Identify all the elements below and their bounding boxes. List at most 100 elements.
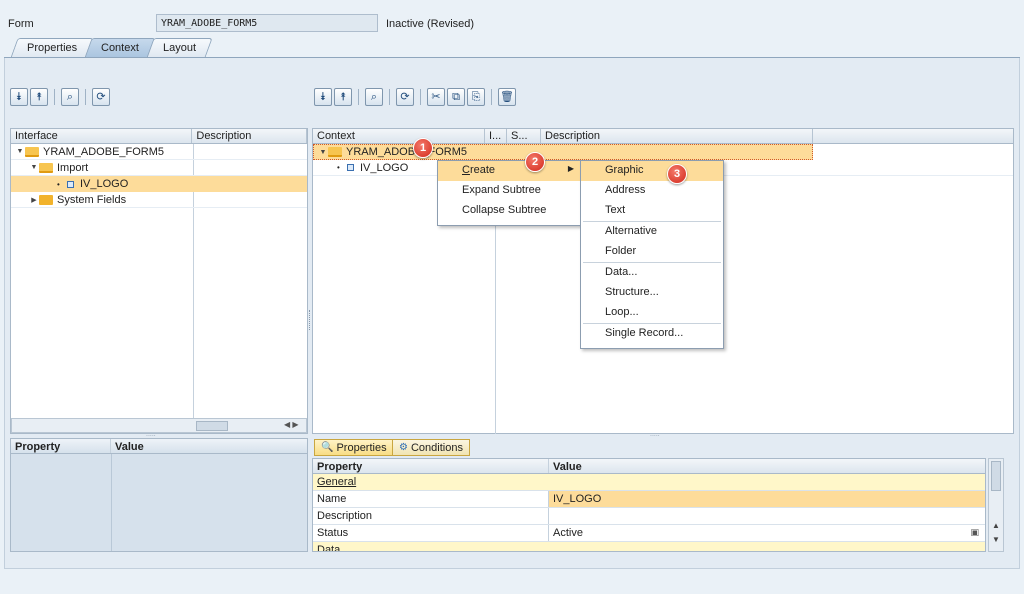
folder-open-icon [328, 147, 342, 157]
menu-item-text[interactable]: Text [581, 201, 723, 221]
toolbar-separator [54, 89, 55, 105]
subtab-label: Properties [336, 441, 387, 454]
tree-node-iv-logo[interactable]: • IV_LOGO [11, 176, 307, 192]
toolbar-separator [420, 89, 421, 105]
paste-icon[interactable]: ⎘ [467, 88, 485, 106]
scroll-up-icon[interactable]: ▲ [992, 521, 1000, 530]
form-label: Form [8, 18, 34, 30]
menu-item-address[interactable]: Address [581, 181, 723, 201]
tab-properties[interactable]: Properties [10, 38, 94, 58]
scroll-thumb[interactable] [196, 421, 228, 431]
property-row-description[interactable]: Description [313, 508, 985, 525]
menu-item-expand-subtree[interactable]: Expand Subtree [438, 181, 580, 201]
column-header-description[interactable]: Description [192, 129, 307, 143]
vertical-scrollbar[interactable]: ▲ ▼ [988, 458, 1004, 552]
step-badge-3: 3 [667, 164, 687, 184]
column-header-description[interactable]: Description [541, 129, 813, 143]
menu-item-graphic[interactable]: Graphic [581, 161, 723, 181]
menu-item-loop[interactable]: Loop... [581, 303, 723, 323]
subtab-conditions[interactable]: ⚙ Conditions [392, 439, 470, 456]
property-label: Description [313, 508, 549, 524]
toolbar-separator [358, 89, 359, 105]
expand-all-icon[interactable]: ⯯ [10, 88, 28, 106]
properties-icon: 🔍 [321, 442, 334, 453]
menu-item-collapse-subtree[interactable]: Collapse Subtree [438, 201, 580, 221]
toolbar-separator [85, 89, 86, 105]
folder-icon [39, 194, 53, 205]
property-row-status[interactable]: Status Active ▣ [313, 525, 985, 542]
vertical-splitter[interactable] [309, 310, 311, 330]
scroll-arrows-icon[interactable]: ◀ ▶ [284, 420, 299, 429]
menu-item-folder[interactable]: Folder [581, 242, 723, 262]
dropdown-icon[interactable]: ▣ [970, 527, 979, 538]
column-header-interface[interactable]: Interface [11, 129, 193, 143]
property-group-data[interactable]: Data [313, 542, 985, 552]
collapsed-icon[interactable]: ▶ [29, 196, 39, 204]
field-icon [67, 180, 74, 188]
toolbar-separator [389, 89, 390, 105]
interface-tree-header: Interface Description [11, 129, 307, 144]
form-name-field[interactable]: YRAM_ADOBE_FORM5 [156, 14, 378, 32]
tree-node-label: Import [57, 161, 89, 174]
tree-node-import[interactable]: ▼ Import [11, 160, 307, 176]
expand-all-icon[interactable]: ⯯ [314, 88, 332, 106]
bullet-icon: • [57, 179, 60, 189]
tab-context[interactable]: Context [84, 38, 156, 58]
menu-item-structure[interactable]: Structure... [581, 283, 723, 303]
property-value[interactable]: IV_LOGO [549, 491, 985, 507]
scroll-down-icon[interactable]: ▼ [992, 535, 1000, 544]
column-header-context[interactable]: Context [313, 129, 485, 143]
column-header-s[interactable]: S... [507, 129, 541, 143]
column-header-i[interactable]: I... [485, 129, 507, 143]
expanded-icon[interactable]: ▼ [29, 164, 39, 171]
tree-node-label: IV_LOGO [360, 161, 409, 174]
step-badge-2: 2 [525, 152, 545, 172]
property-grid-header: Property Value [11, 439, 307, 454]
delete-icon[interactable]: 🗑 [498, 88, 516, 106]
column-header-value[interactable]: Value [549, 459, 985, 473]
refresh-icon[interactable]: ⟳ [396, 88, 414, 106]
menu-item-create[interactable]: Create ▶ [438, 161, 580, 181]
scroll-thumb[interactable] [991, 461, 1001, 491]
refresh-icon[interactable]: ⟳ [92, 88, 110, 106]
expanded-icon[interactable]: ▼ [318, 149, 328, 156]
property-value[interactable] [549, 508, 985, 524]
column-header-property[interactable]: Property [313, 459, 549, 473]
menu-item-data[interactable]: Data... [581, 263, 723, 283]
collapse-all-icon[interactable]: ⯭ [334, 88, 352, 106]
collapse-all-icon[interactable]: ⯭ [30, 88, 48, 106]
menu-item-single-record[interactable]: Single Record... [581, 324, 723, 344]
context-menu: Create ▶ Expand Subtree Collapse Subtree [437, 160, 581, 226]
cut-icon[interactable]: ✂ [427, 88, 445, 106]
horizontal-splitter[interactable]: ..... [650, 431, 660, 438]
interface-tree: Interface Description ▼ YRAM_ADOBE_FORM5… [10, 128, 308, 434]
expanded-icon[interactable]: ▼ [15, 148, 25, 155]
tab-layout[interactable]: Layout [146, 38, 213, 58]
find-icon[interactable]: ⌕ [365, 88, 383, 106]
context-toolbar: ⯯ ⯭ ⌕ ⟳ ✂ ⧉ ⎘ 🗑 [314, 88, 516, 106]
bullet-icon: • [337, 163, 340, 172]
property-value[interactable]: Active [549, 525, 985, 541]
conditions-icon: ⚙ [399, 442, 408, 453]
find-icon[interactable]: ⌕ [61, 88, 79, 106]
horizontal-splitter[interactable]: ..... [146, 431, 156, 438]
copy-icon[interactable]: ⧉ [447, 88, 465, 106]
property-row-name[interactable]: Name IV_LOGO [313, 491, 985, 508]
column-divider [111, 454, 112, 551]
property-label: Status [313, 525, 549, 541]
tree-node-label: YRAM_ADOBE_FORM5 [43, 145, 165, 158]
tree-node-system-fields[interactable]: ▶ System Fields [11, 192, 307, 208]
subtab-properties[interactable]: 🔍 Properties [314, 439, 394, 456]
group-label: General [317, 476, 357, 488]
tree-node-form[interactable]: ▼ YRAM_ADOBE_FORM5 [11, 144, 307, 160]
property-group-general[interactable]: General [313, 474, 985, 491]
tree-node-form[interactable]: ▼ YRAM_ADOBE_FORM5 [313, 144, 813, 160]
horizontal-scrollbar[interactable]: ◀ ▶ [11, 418, 307, 433]
column-header-property[interactable]: Property [11, 439, 111, 453]
interface-property-grid: Property Value [10, 438, 308, 552]
column-header-value[interactable]: Value [111, 439, 307, 453]
menu-item-label: reate [469, 164, 496, 176]
group-label: Data [317, 544, 341, 552]
tab-strip: Properties Context Layout [10, 38, 213, 58]
menu-item-alternative[interactable]: Alternative [581, 222, 723, 242]
